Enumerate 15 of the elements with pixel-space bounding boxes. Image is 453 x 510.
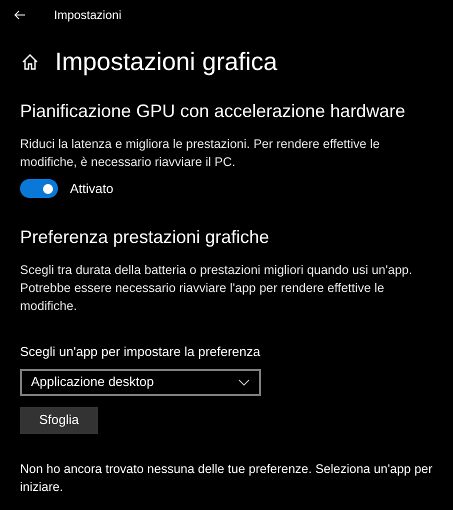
chevron-icon <box>238 378 250 386</box>
browse-button[interactable]: Sfoglia <box>20 406 98 434</box>
description-text: Riduci la latenza e migliora le prestazioni. Per rendere effettive le modifiche, è necessario riavviare il PC. <box>20 136 381 171</box>
back-icon[interactable] <box>14 10 26 20</box>
home-icon[interactable] <box>21 53 39 71</box>
field-label: Scegli un'app per impostare la preferenza <box>20 342 262 360</box>
info-text: Non ho ancora trovato nessuna delle tue preferenze. Seleziona un'app per iniziare. <box>20 460 433 496</box>
page-title: Impostazioni grafica <box>55 47 278 77</box>
app-type-dropdown[interactable]: Applicazione desktop <box>20 368 261 396</box>
toggle-label: Attivato <box>70 180 114 198</box>
toggle-switch[interactable] <box>20 179 58 198</box>
window-title: Impostazioni <box>54 7 122 24</box>
section-heading: Pianificazione GPU con accelerazione hardware <box>20 100 406 123</box>
section-heading: Preferenza prestazioni grafiche <box>20 226 270 248</box>
description-text: Scegli tra durata della batteria o prestazioni migliori quando usi un'app. Potrebbe essere necessario riavviare l'app per rendere effettive le modifiche. <box>20 262 414 314</box>
